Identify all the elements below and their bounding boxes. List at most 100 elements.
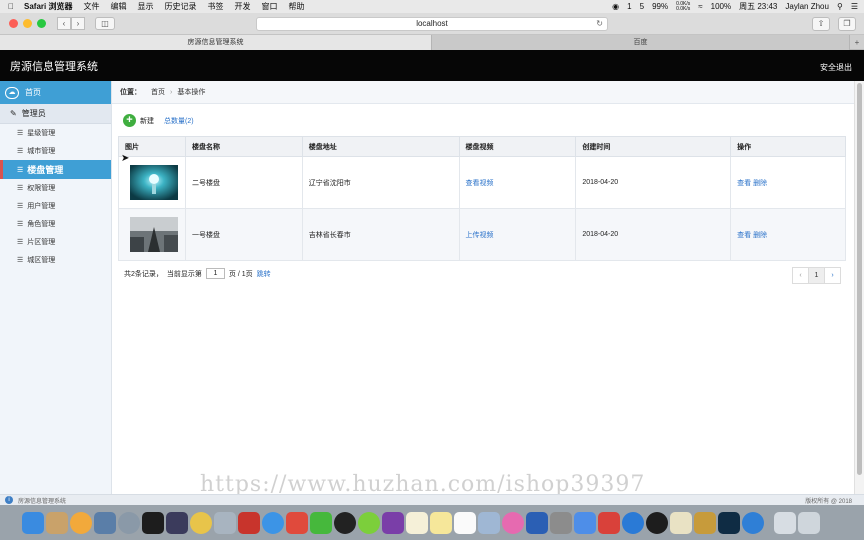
script-editor-icon[interactable] xyxy=(670,511,692,534)
downloads-folder-icon[interactable] xyxy=(774,511,796,534)
notes-icon[interactable] xyxy=(46,511,68,534)
new-tab-button[interactable]: + xyxy=(850,35,864,49)
total-count[interactable]: 总数量(2) xyxy=(164,116,194,126)
sequel-icon[interactable] xyxy=(214,511,236,534)
word-icon[interactable] xyxy=(526,511,548,534)
trash-icon[interactable] xyxy=(798,511,820,534)
breadcrumb-separator-icon: › xyxy=(170,88,173,96)
breadcrumb-home[interactable]: 首页 xyxy=(151,87,165,97)
upload-video-link[interactable]: 上传视频 xyxy=(466,232,494,239)
sidebar-item-permission[interactable]: ☰ 权限管理 xyxy=(0,179,111,197)
page-number-input[interactable]: 1 xyxy=(205,268,225,279)
sidebar-home[interactable]: ☁ 首页 xyxy=(0,81,111,104)
teamviewer-icon[interactable] xyxy=(622,511,644,534)
menu-view[interactable]: 显示 xyxy=(137,1,153,12)
finder-icon[interactable] xyxy=(22,511,44,534)
edit-icon: ✎ xyxy=(10,109,17,118)
menu-window[interactable]: 窗口 xyxy=(261,1,277,12)
sublime-icon[interactable] xyxy=(166,511,188,534)
app-green-icon[interactable] xyxy=(358,511,380,534)
share-button[interactable]: ⇧ xyxy=(812,17,830,31)
spotlight-icon[interactable]: ⚲ xyxy=(837,2,843,11)
pager-suffix: 页 / 1页 xyxy=(228,270,253,278)
page-button[interactable]: 1 xyxy=(808,267,825,284)
sidebar-item-role[interactable]: ☰ 角色管理 xyxy=(0,215,111,233)
sidebar-item-star[interactable]: ☰ 星级管理 xyxy=(0,124,111,142)
stickies-icon[interactable] xyxy=(430,511,452,534)
wifi-icon[interactable]: ≈ xyxy=(698,2,702,11)
redis-icon[interactable] xyxy=(238,511,260,534)
menu-help[interactable]: 帮助 xyxy=(288,1,304,12)
clock[interactable]: 周五 23:43 xyxy=(739,1,777,12)
qq-status-icon[interactable]: ◉ xyxy=(612,2,619,11)
view-link[interactable]: 查看 xyxy=(737,232,751,239)
cyberduck-icon[interactable] xyxy=(190,511,212,534)
screen-share-icon[interactable] xyxy=(598,511,620,534)
zoom-window-button[interactable] xyxy=(37,19,46,28)
textedit-icon[interactable] xyxy=(406,511,428,534)
tab-baidu[interactable]: 百度 xyxy=(432,35,850,50)
tab-house-system[interactable]: 房源信息管理系统 xyxy=(0,35,432,50)
jump-link[interactable]: 跳转 xyxy=(257,269,271,279)
photos-icon[interactable] xyxy=(70,511,92,534)
system-preferences-icon[interactable] xyxy=(550,511,572,534)
forward-button[interactable]: › xyxy=(71,17,85,30)
menu-file[interactable]: 文件 xyxy=(83,1,99,12)
sidebar-item-building[interactable]: ☰ 楼盘管理 xyxy=(0,160,111,179)
calendar-icon[interactable] xyxy=(454,511,476,534)
reload-icon[interactable]: ↻ xyxy=(596,18,603,30)
close-window-button[interactable] xyxy=(9,19,18,28)
show-tabs-button[interactable]: ❐ xyxy=(838,17,856,31)
address-bar[interactable]: localhost ↻ xyxy=(256,17,608,31)
delete-link[interactable]: 删除 xyxy=(753,232,767,239)
apple-icon[interactable]:  xyxy=(6,2,16,11)
wps-icon[interactable] xyxy=(286,511,308,534)
next-page-button[interactable]: › xyxy=(824,267,841,284)
archive-icon[interactable] xyxy=(694,511,716,534)
user-name[interactable]: Jaylan Zhou xyxy=(785,2,829,11)
scrollbar-thumb[interactable] xyxy=(857,83,862,475)
vertical-scrollbar[interactable] xyxy=(854,81,864,494)
axure-icon[interactable] xyxy=(382,511,404,534)
preview-icon[interactable] xyxy=(94,511,116,534)
notification-center-icon[interactable]: ☰ xyxy=(851,2,858,11)
view-link[interactable]: 查看 xyxy=(737,180,751,187)
menu-bookmarks[interactable]: 书签 xyxy=(207,1,223,12)
building-thumbnail[interactable] xyxy=(130,217,178,252)
list-icon: ☰ xyxy=(17,148,24,155)
sidebar-item-district[interactable]: ☰ 城区管理 xyxy=(0,251,111,269)
prev-page-button[interactable]: ‹ xyxy=(792,267,809,284)
battery-percent: 99% xyxy=(652,2,669,11)
photoshop-icon[interactable] xyxy=(718,511,740,534)
browser-icon[interactable] xyxy=(742,511,764,534)
sidebar-item-user[interactable]: ☰ 用户管理 xyxy=(0,197,111,215)
tab-bar: 房源信息管理系统 百度 + xyxy=(0,35,864,50)
sidebar-toggle-button[interactable]: ◫ xyxy=(95,17,115,30)
music-icon[interactable] xyxy=(502,511,524,534)
qq-icon[interactable] xyxy=(334,511,356,534)
view-video-link[interactable]: 查看视频 xyxy=(466,180,494,187)
intellij-icon[interactable] xyxy=(142,511,164,534)
building-thumbnail[interactable] xyxy=(130,165,178,200)
qq-secondary-icon[interactable] xyxy=(646,511,668,534)
safari-icon[interactable] xyxy=(262,511,284,534)
wechat-icon[interactable] xyxy=(310,511,332,534)
sidebar-group-admin[interactable]: ✎ 管理员 xyxy=(0,104,111,124)
menu-history[interactable]: 历史记录 xyxy=(164,1,196,12)
launchpad-icon[interactable] xyxy=(118,511,140,534)
add-icon[interactable]: + xyxy=(123,114,136,127)
delete-link[interactable]: 删除 xyxy=(753,180,767,187)
minimize-window-button[interactable] xyxy=(23,19,32,28)
logout-link[interactable]: 安全退出 xyxy=(820,62,852,73)
new-button[interactable]: 新建 xyxy=(140,116,154,126)
itunes-store-icon[interactable] xyxy=(478,511,500,534)
sidebar-item-zone[interactable]: ☰ 片区管理 xyxy=(0,233,111,251)
menu-edit[interactable]: 编辑 xyxy=(110,1,126,12)
cell-address: 辽宁省沈阳市 xyxy=(301,156,460,209)
sidebar-item-city[interactable]: ☰ 城市管理 xyxy=(0,142,111,160)
menu-develop[interactable]: 开发 xyxy=(234,1,250,12)
breadcrumb: 位置： 首页 › 基本操作 xyxy=(112,81,854,104)
baidu-disk-icon[interactable] xyxy=(574,511,596,534)
menu-app-name[interactable]: Safari 浏览器 xyxy=(24,1,72,12)
back-button[interactable]: ‹ xyxy=(57,17,71,30)
